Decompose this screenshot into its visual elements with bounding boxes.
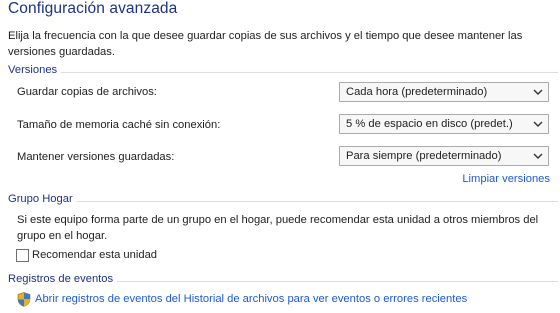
recommend-drive-checkbox[interactable]	[16, 249, 29, 262]
cache-size-label: Tamaño de memoria caché sin conexión:	[17, 119, 221, 131]
open-event-logs-link[interactable]: Abrir registros de eventos del Historial…	[35, 293, 467, 305]
save-copies-label: Guardar copias de archivos:	[17, 86, 157, 98]
keep-versions-label: Mantener versiones guardadas:	[17, 151, 175, 163]
cache-size-dropdown[interactable]: 5 % de espacio en disco (predet.)	[339, 114, 549, 134]
page-description: Elija la frecuencia con la que desee gua…	[8, 30, 523, 58]
homegroup-description: Si este equipo forma parte de un grupo e…	[17, 214, 539, 242]
versions-header-label: Versiones	[8, 64, 62, 76]
uac-shield-icon	[17, 292, 31, 307]
chevron-down-icon	[533, 153, 543, 159]
save-copies-value: Cada hora (predeterminado)	[346, 86, 488, 98]
section-divider	[8, 201, 558, 202]
keep-versions-value: Para siempre (predeterminado)	[346, 150, 502, 162]
cache-size-value: 5 % de espacio en disco (predet.)	[346, 118, 513, 130]
homegroup-section-header: Grupo Hogar	[8, 193, 558, 207]
save-copies-dropdown[interactable]: Cada hora (predeterminado)	[339, 82, 549, 102]
chevron-down-icon	[533, 121, 543, 127]
cleanup-versions-link[interactable]: Limpiar versiones	[462, 173, 550, 185]
homegroup-header-label: Grupo Hogar	[8, 193, 77, 205]
recommend-drive-label[interactable]: Recomendar esta unidad	[32, 249, 157, 261]
keep-versions-dropdown[interactable]: Para siempre (predeterminado)	[339, 146, 549, 166]
section-divider	[8, 72, 558, 73]
event-logs-header-label: Registros de eventos	[8, 273, 118, 285]
chevron-down-icon	[533, 89, 543, 95]
page-title: Configuración avanzada	[8, 0, 178, 17]
event-logs-section-header: Registros de eventos	[8, 273, 558, 287]
versions-section-header: Versiones	[8, 64, 558, 78]
